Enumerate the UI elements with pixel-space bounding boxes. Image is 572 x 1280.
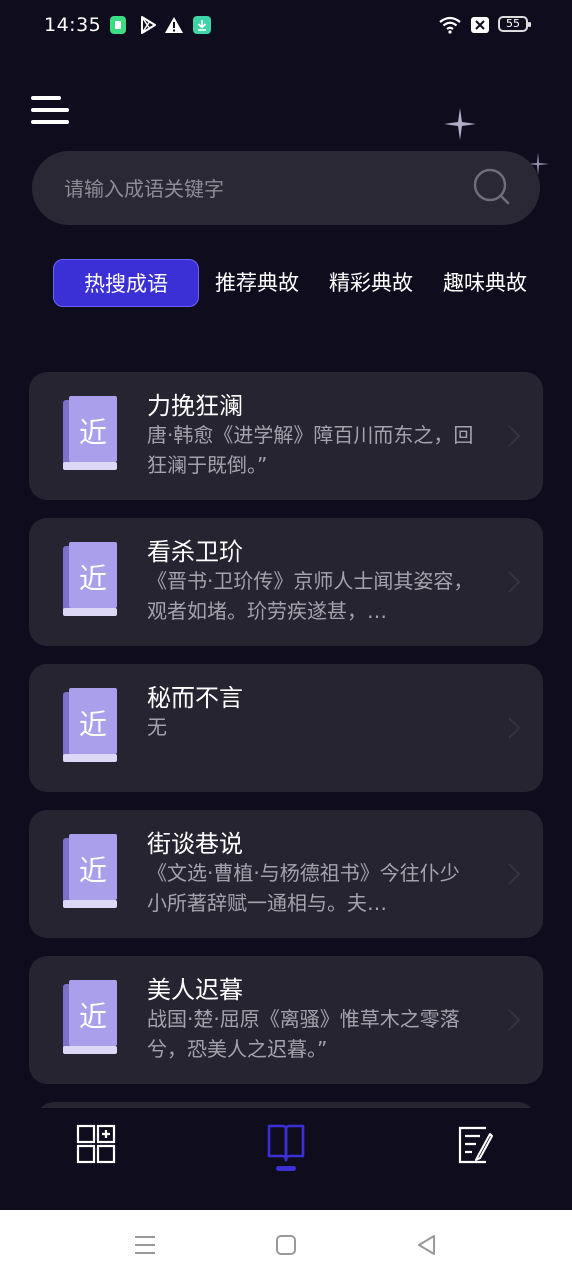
card-description: 战国·楚·屈原《离骚》惟草木之零落兮，恐美人之迟暮。” <box>147 1007 460 1061</box>
card-badge: 近 <box>79 416 107 449</box>
chevron-right-icon <box>508 717 521 739</box>
card-description: 《晋书·卫玠传》京师人士闻其姿容，观者如堵。玠劳疾遂甚，… <box>147 569 474 623</box>
card-title: 力挽狂澜 <box>147 392 243 420</box>
bottom-navigation <box>0 1108 572 1210</box>
idiom-card[interactable]: 近 秘而不言 无 <box>29 664 543 792</box>
card-badge: 近 <box>79 854 107 887</box>
app-notification-icon <box>110 16 126 34</box>
idiom-card[interactable]: 近 力挽狂澜 唐·韩愈《进学解》障百川而东之，回狂澜于既倒。” <box>29 372 543 500</box>
search-input[interactable] <box>62 151 466 227</box>
chevron-right-icon <box>508 1009 521 1031</box>
idiom-card[interactable]: 近 美人迟暮 战国·楚·屈原《离骚》惟草木之零落兮，恐美人之迟暮。” <box>29 956 543 1084</box>
card-description: 《文选·曹植·与杨德祖书》今往仆少小所著辞赋一通相与。夫… <box>147 861 460 915</box>
play-store-icon <box>141 16 156 34</box>
search-bar[interactable] <box>32 151 540 227</box>
home-icon[interactable] <box>273 1232 299 1258</box>
search-icon[interactable] <box>472 167 512 207</box>
warning-icon <box>165 17 183 33</box>
status-time: 14:35 <box>44 14 102 36</box>
back-icon[interactable] <box>414 1232 440 1258</box>
book-icon: 近 <box>63 396 117 470</box>
tab-fun-stories[interactable]: 趣味典故 <box>436 259 534 307</box>
active-tab-indicator <box>276 1166 296 1171</box>
book-open-icon[interactable] <box>261 1120 311 1170</box>
tab-recommended-stories[interactable]: 推荐典故 <box>208 259 306 307</box>
card-title: 街谈巷说 <box>147 830 243 858</box>
chevron-right-icon <box>508 571 521 593</box>
card-title: 看杀卫玠 <box>147 538 243 566</box>
grid-add-icon[interactable] <box>72 1120 122 1170</box>
recent-apps-icon[interactable] <box>132 1232 158 1258</box>
battery-icon: 55 <box>498 16 531 32</box>
idiom-card[interactable]: 近 街谈巷说 《文选·曹植·与杨德祖书》今往仆少小所著辞赋一通相与。夫… <box>29 810 543 938</box>
card-badge: 近 <box>79 708 107 741</box>
menu-button[interactable] <box>31 96 69 128</box>
chevron-right-icon <box>508 863 521 885</box>
card-description: 唐·韩愈《进学解》障百川而东之，回狂澜于既倒。” <box>147 423 474 477</box>
edit-note-icon[interactable] <box>452 1120 502 1170</box>
card-title: 美人迟暮 <box>147 976 243 1004</box>
category-tabs: 热搜成语 推荐典故 精彩典故 趣味典故 <box>0 259 572 307</box>
book-icon: 近 <box>63 688 117 762</box>
tab-hot-idioms[interactable]: 热搜成语 <box>53 259 199 307</box>
book-icon: 近 <box>63 980 117 1054</box>
book-icon: 近 <box>63 834 117 908</box>
card-description: 无 <box>147 715 167 739</box>
tab-featured-stories[interactable]: 精彩典故 <box>322 259 420 307</box>
no-sim-icon <box>471 17 489 33</box>
card-badge: 近 <box>79 562 107 595</box>
card-title: 秘而不言 <box>147 684 243 712</box>
status-bar: 14:35 55 <box>0 0 572 52</box>
card-badge: 近 <box>79 1000 107 1033</box>
book-icon: 近 <box>63 542 117 616</box>
chevron-right-icon <box>508 425 521 447</box>
idiom-card[interactable]: 近 看杀卫玠 《晋书·卫玠传》京师人士闻其姿容，观者如堵。玠劳疾遂甚，… <box>29 518 543 646</box>
wifi-icon <box>439 16 461 34</box>
download-icon <box>193 16 211 34</box>
sparkle-decoration <box>444 108 476 140</box>
system-navigation-bar <box>0 1210 572 1280</box>
